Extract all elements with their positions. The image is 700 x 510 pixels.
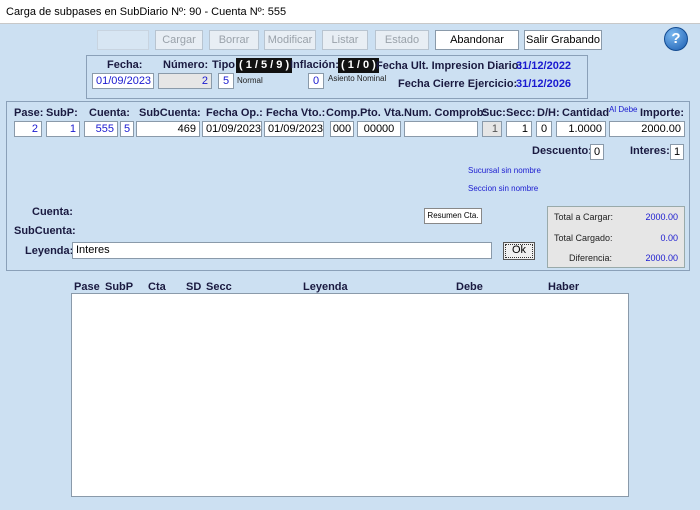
borrar-button[interactable]: Borrar [209,30,259,50]
fecha-op-field[interactable]: 01/09/2023 [202,121,262,137]
toolbar-blank-button [97,30,149,50]
tipo-label: Tipo: [212,59,239,71]
tipo-desc: Normal [237,76,263,85]
listar-button[interactable]: Listar [322,30,368,50]
pase-label: Pase: [14,107,44,119]
cantidad-label: Cantidad [562,107,610,119]
leyenda-input[interactable]: Interes [72,242,492,259]
modificar-button[interactable]: Modificar [264,30,316,50]
subcuenta-field[interactable]: 469 [136,121,200,137]
cuenta-sd-field[interactable]: 5 [120,121,134,137]
inflacion-code-badge: ( 1 / 0 ) [338,58,379,73]
fecha-cierre-value: 31/12/2026 [516,78,572,90]
fecha-ult-label: Fecha Ult. Impresion Diario: [376,60,523,72]
grid-header-secc: Secc [206,281,232,293]
ok-button[interactable]: Ok [503,242,535,260]
sucursal-info: Sucursal sin nombre [468,166,541,175]
estado-button[interactable]: Estado [375,30,429,50]
dh-field[interactable]: 0 [536,121,552,137]
intereses-label: Interes: [630,145,670,157]
importe-label: Importe: [640,107,684,119]
grid-header-sd: SD [186,281,202,293]
cuenta-col-label: Cuenta: [89,107,130,119]
subcuenta-label: SubCuenta: [14,225,76,237]
intereses-field[interactable]: 1 [670,144,684,160]
grid-header-cta: Cta [148,281,166,293]
num-comprob-field[interactable] [404,121,478,137]
fecha-field[interactable]: 01/09/2023 [92,73,154,89]
fecha-vto-field[interactable]: 01/09/2023 [264,121,324,137]
cantidad-field[interactable]: 1.0000 [556,121,606,137]
tipo-field[interactable]: 5 [218,73,234,89]
numero-label: Número: [163,59,209,71]
numero-field: 2 [158,73,212,89]
grid-header-haber: Haber [548,281,580,293]
comp-field[interactable]: 000 [330,121,354,137]
num-comprob-label: Num. Comprob: [404,107,488,119]
secc-field[interactable]: 1 [506,121,532,137]
total-cargar-value: 2000.00 [645,212,678,222]
inflacion-label: Inflación: [290,59,339,71]
leyenda-label: Leyenda: [25,245,74,257]
secc-label: Secc: [506,107,536,119]
abandonar-button[interactable]: Abandonar [435,30,519,50]
grid-header-debe: Debe [456,281,483,293]
window-title: Carga de subpases en SubDiario Nº: 90 - … [6,6,287,18]
tipo-code-badge: ( 1 / 5 / 9 ) [236,58,293,73]
subp-label: SubP: [46,107,78,119]
grid-header-subp: SubP [105,281,134,293]
cargar-button[interactable]: Cargar [155,30,203,50]
diferencia-value: 2000.00 [645,253,678,263]
resumen-cta-button[interactable]: Resumen Cta. [424,208,482,224]
total-cargado-value: 0.00 [660,233,678,243]
pto-vta-field[interactable]: 00000 [357,121,401,137]
title-bar: Carga de subpases en SubDiario Nº: 90 - … [0,0,700,24]
descuento-label: Descuento: [532,145,592,157]
fecha-ult-value: 31/12/2022 [516,60,572,72]
inflacion-field[interactable]: 0 [308,73,324,89]
total-cargado-label: Total Cargado: [554,233,613,243]
salir-grabando-button[interactable]: Salir Grabando [524,30,602,50]
seccion-info: Seccion sin nombre [468,184,539,193]
subp-field[interactable]: 1 [46,121,80,137]
cuenta-label: Cuenta: [32,206,73,218]
importe-field[interactable]: 2000.00 [609,121,685,137]
pto-vta-label: Pto. Vta. [360,107,405,119]
subpases-list[interactable] [71,293,629,497]
inflacion-desc: Asiento Nominal [328,74,387,83]
fecha-vto-label: Fecha Vto.: [266,107,326,119]
dh-label: D/H: [537,107,560,119]
suc-field: 1 [482,121,502,137]
pase-field[interactable]: 2 [14,121,42,137]
fecha-cierre-label: Fecha Cierre Ejercicio: [398,78,518,90]
suc-label: Suc: [482,107,506,119]
descuento-field[interactable]: 0 [590,144,604,160]
fecha-op-label: Fecha Op.: [206,107,263,119]
fecha-label: Fecha: [107,59,143,71]
cuenta-field[interactable]: 555 [84,121,118,137]
total-cargar-label: Total a Cargar: [554,212,614,222]
al-debe-label: Al Debe [609,105,638,114]
grid-header-leyenda: Leyenda [303,281,348,293]
help-icon[interactable]: ? [664,27,688,51]
diferencia-label: Diferencia: [569,253,613,263]
subcuenta-col-label: SubCuenta: [139,107,201,119]
grid-header-pase: Pase [74,281,100,293]
comp-label: Comp. [326,107,361,119]
